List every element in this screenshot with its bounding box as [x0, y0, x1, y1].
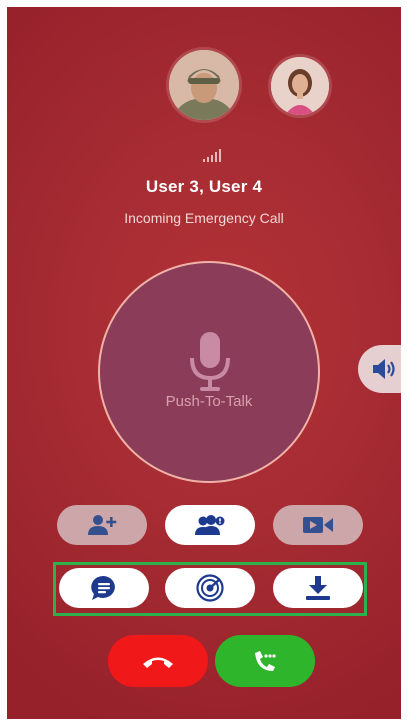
call-status: Incoming Emergency Call: [124, 210, 284, 226]
phone-hangup-icon: [143, 657, 173, 668]
video-call-button[interactable]: [273, 505, 363, 545]
radar-icon: [196, 574, 224, 602]
call-participants: User 3, User 4: [145, 177, 263, 196]
download-button[interactable]: [273, 568, 363, 608]
avatar-user-4: [271, 57, 329, 115]
message-button[interactable]: [59, 568, 149, 608]
microphone-icon: [190, 332, 230, 391]
soldier-avatar-icon: [169, 50, 239, 120]
signal-strength-icon: [203, 149, 221, 162]
radar-button[interactable]: [165, 568, 255, 608]
message-icon: [91, 575, 115, 600]
video-camera-icon: [303, 517, 333, 533]
push-to-talk-label: Push-To-Talk: [165, 393, 253, 410]
speaker-button[interactable]: [358, 345, 401, 393]
group-call-button[interactable]: [165, 505, 255, 545]
add-user-button[interactable]: [57, 505, 147, 545]
decline-call-button[interactable]: [108, 635, 208, 687]
accept-call-button[interactable]: [215, 635, 315, 687]
call-screen: User 3, User 4 Incoming Emergency Call P…: [7, 7, 401, 719]
woman-avatar-icon: [271, 57, 329, 115]
download-icon: [306, 576, 330, 600]
speaker-icon: [373, 359, 395, 379]
add-user-icon: [88, 515, 117, 535]
phone-answer-icon: [255, 651, 276, 671]
group-users-icon: [195, 515, 225, 535]
avatar-user-3: [169, 50, 239, 120]
